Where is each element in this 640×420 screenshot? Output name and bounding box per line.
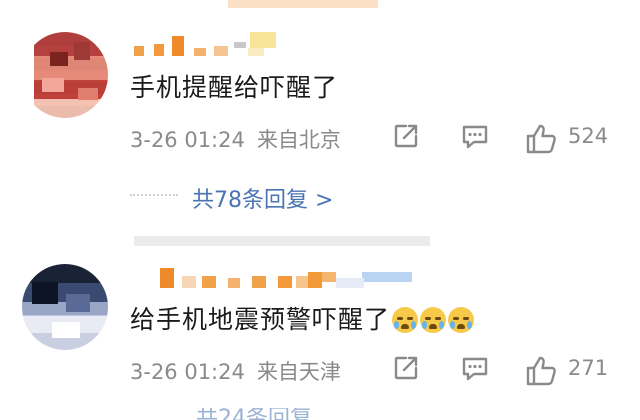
comment-date: 3-26 01:24 bbox=[130, 360, 245, 384]
comment-button[interactable] bbox=[460, 354, 490, 384]
like-button[interactable] bbox=[524, 354, 558, 388]
share-icon bbox=[394, 356, 418, 380]
like-count: 271 bbox=[568, 356, 609, 380]
comment-icon bbox=[462, 125, 488, 149]
crying-face-emoji bbox=[420, 307, 447, 333]
share-button[interactable] bbox=[392, 354, 420, 382]
comment-button[interactable] bbox=[460, 122, 490, 152]
comment-meta: 3-26 01:24 来自北京 bbox=[130, 124, 341, 154]
comment-separator bbox=[134, 236, 430, 246]
like-icon bbox=[526, 124, 556, 154]
crying-face-emoji bbox=[448, 307, 475, 333]
avatar[interactable] bbox=[22, 32, 108, 118]
comment-icon bbox=[462, 357, 488, 381]
like-button[interactable] bbox=[524, 122, 558, 156]
comment-meta: 3-26 01:24 来自天津 bbox=[130, 356, 341, 386]
view-replies-link-partial[interactable]: 共24条回复 bbox=[196, 408, 312, 420]
comment-feed: 手机提醒给吓醒了 3-26 01:24 来自北京 524 共78条回复 > 给手… bbox=[0, 0, 640, 420]
share-button[interactable] bbox=[392, 122, 420, 150]
reply-divider bbox=[130, 194, 178, 196]
share-icon bbox=[394, 124, 418, 148]
avatar[interactable] bbox=[22, 264, 108, 350]
comment-location: 来自北京 bbox=[256, 128, 341, 152]
view-replies-link[interactable]: 共78条回复 > bbox=[192, 182, 333, 214]
replies-row: 共78条回复 > bbox=[130, 182, 630, 218]
comment-text: 手机提醒给吓醒了 bbox=[130, 73, 339, 102]
comment-date: 3-26 01:24 bbox=[130, 128, 245, 152]
like-icon bbox=[526, 356, 556, 386]
comment-location: 来自天津 bbox=[256, 360, 341, 384]
comment-text: 给手机地震预警吓醒了 bbox=[130, 302, 475, 338]
crying-face-emoji bbox=[392, 307, 419, 333]
pixelated-header-remnant bbox=[228, 0, 378, 8]
comment-text-body: 给手机地震预警吓醒了 bbox=[130, 305, 391, 334]
like-count: 524 bbox=[568, 124, 609, 148]
